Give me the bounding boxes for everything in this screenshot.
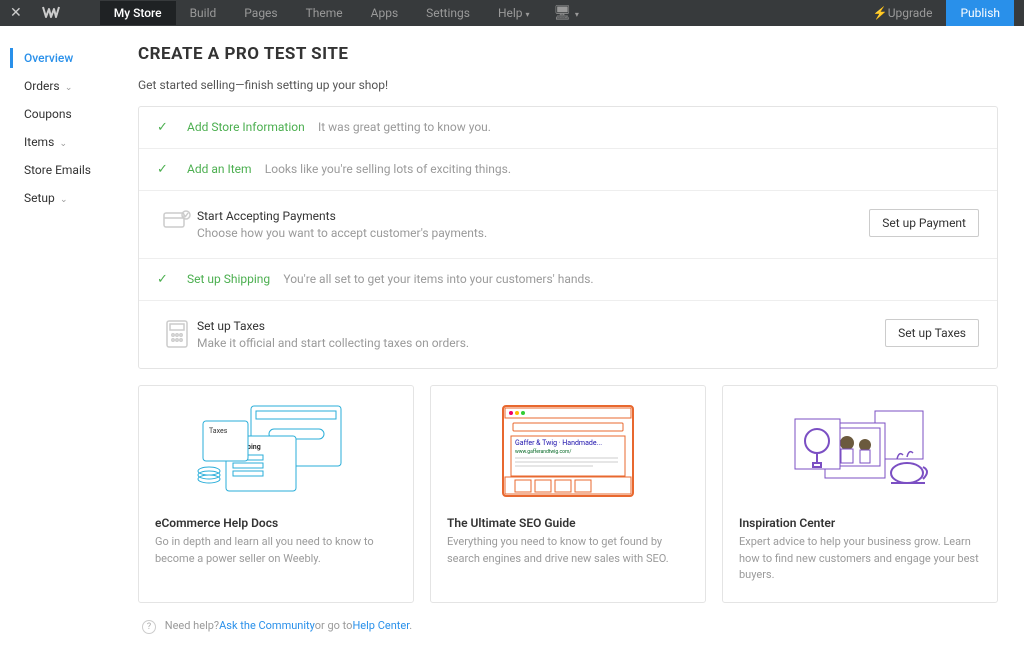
- step-row: Start Accepting Payments Choose how you …: [139, 191, 997, 259]
- ask-community-link[interactable]: Ask the Community: [219, 619, 315, 632]
- svg-text:Taxes: Taxes: [209, 427, 228, 435]
- payment-icon: [157, 209, 197, 231]
- card-title: eCommerce Help Docs: [155, 516, 397, 530]
- nav-pages[interactable]: Pages: [230, 1, 291, 25]
- card-desc: Go in depth and learn all you need to kn…: [155, 534, 397, 567]
- step-title: Set up Taxes: [197, 319, 885, 333]
- step-title[interactable]: Add an Item: [187, 162, 252, 176]
- setup-taxes-button[interactable]: Set up Taxes: [885, 319, 979, 347]
- calculator-icon: [157, 319, 197, 349]
- nav-settings[interactable]: Settings: [412, 1, 484, 25]
- page-subtitle: Get started selling—finish setting up yo…: [138, 78, 998, 92]
- card-title: The Ultimate SEO Guide: [447, 516, 689, 530]
- check-icon: ✓: [157, 120, 187, 135]
- card-illustration: Shipping Taxes: [155, 396, 397, 506]
- step-title[interactable]: Add Store Information: [187, 120, 305, 134]
- help-center-link[interactable]: Help Center: [352, 619, 409, 632]
- card-title: Inspiration Center: [739, 516, 981, 530]
- step-row: ✓ Set up Shipping You're all set to get …: [139, 259, 997, 301]
- info-cards: Shipping Taxes eCommerce Help Docs Go in…: [138, 385, 998, 603]
- svg-text:www.gafferandtwig.com/: www.gafferandtwig.com/: [515, 448, 571, 455]
- card-illustration: [739, 396, 981, 506]
- help-text: Need help?: [165, 619, 219, 632]
- step-row: Set up Taxes Make it official and start …: [139, 301, 997, 368]
- sidebar-item-setup[interactable]: Setup ⌄: [0, 184, 138, 212]
- card-illustration: Gaffer & Twig · Handmade... www.gafferan…: [447, 396, 689, 506]
- help-text: or go to: [315, 619, 353, 632]
- sidebar-item-store-emails[interactable]: Store Emails: [0, 156, 138, 184]
- close-icon[interactable]: ✕: [10, 5, 22, 21]
- nav-theme[interactable]: Theme: [292, 1, 357, 25]
- step-desc: Choose how you want to accept customer's…: [197, 226, 869, 240]
- chevron-down-icon: ⌄: [58, 195, 68, 205]
- card-help-docs[interactable]: Shipping Taxes eCommerce Help Docs Go in…: [138, 385, 414, 603]
- step-desc: You're all set to get your items into yo…: [283, 272, 593, 286]
- card-desc: Expert advice to help your business grow…: [739, 534, 981, 584]
- chevron-down-icon: ⌄: [57, 139, 67, 149]
- publish-button[interactable]: Publish: [946, 0, 1014, 26]
- nav-help[interactable]: Help ▾: [484, 1, 544, 25]
- sidebar-item-orders[interactable]: Orders ⌄: [0, 72, 138, 100]
- card-desc: Everything you need to know to get found…: [447, 534, 689, 567]
- card-seo-guide[interactable]: Gaffer & Twig · Handmade... www.gafferan…: [430, 385, 706, 603]
- upgrade-link[interactable]: ⚡Upgrade: [859, 6, 947, 20]
- sidebar-item-overview[interactable]: Overview: [0, 44, 138, 72]
- step-title: Start Accepting Payments: [197, 209, 869, 223]
- chevron-down-icon: ⌄: [63, 83, 73, 93]
- step-row: ✓ Add Store Information It was great get…: [139, 107, 997, 149]
- page-title: CREATE A PRO TEST SITE: [138, 44, 998, 64]
- help-footer: ? Need help?Ask the Communityor go toHel…: [138, 619, 998, 634]
- step-title[interactable]: Set up Shipping: [187, 272, 270, 286]
- setup-steps: ✓ Add Store Information It was great get…: [138, 106, 998, 369]
- step-row: ✓ Add an Item Looks like you're selling …: [139, 149, 997, 191]
- device-icon[interactable]: 🖥 ▾: [544, 5, 589, 21]
- sidebar-item-coupons[interactable]: Coupons: [0, 100, 138, 128]
- step-desc: Make it official and start collecting ta…: [197, 336, 885, 350]
- help-text: .: [409, 619, 412, 632]
- nav-apps[interactable]: Apps: [357, 1, 413, 25]
- svg-text:Gaffer & Twig · Handmade...: Gaffer & Twig · Handmade...: [515, 439, 602, 447]
- main-content: CREATE A PRO TEST SITE Get started selli…: [138, 26, 1018, 664]
- help-icon: ?: [142, 620, 156, 634]
- step-desc: Looks like you're selling lots of exciti…: [265, 162, 511, 176]
- setup-payment-button[interactable]: Set up Payment: [869, 209, 979, 237]
- nav-build[interactable]: Build: [176, 1, 231, 25]
- card-inspiration[interactable]: Inspiration Center Expert advice to help…: [722, 385, 998, 603]
- check-icon: ✓: [157, 272, 187, 287]
- topbar: ✕ My Store Build Pages Theme Apps Settin…: [0, 0, 1024, 26]
- nav-my-store[interactable]: My Store: [100, 1, 176, 25]
- check-icon: ✓: [157, 162, 187, 177]
- top-nav: My Store Build Pages Theme Apps Settings…: [100, 1, 544, 25]
- step-desc: It was great getting to know you.: [318, 120, 491, 134]
- logo-icon[interactable]: [42, 3, 60, 24]
- sidebar: Overview Orders ⌄ Coupons Items ⌄ Store …: [0, 26, 138, 664]
- sidebar-item-items[interactable]: Items ⌄: [0, 128, 138, 156]
